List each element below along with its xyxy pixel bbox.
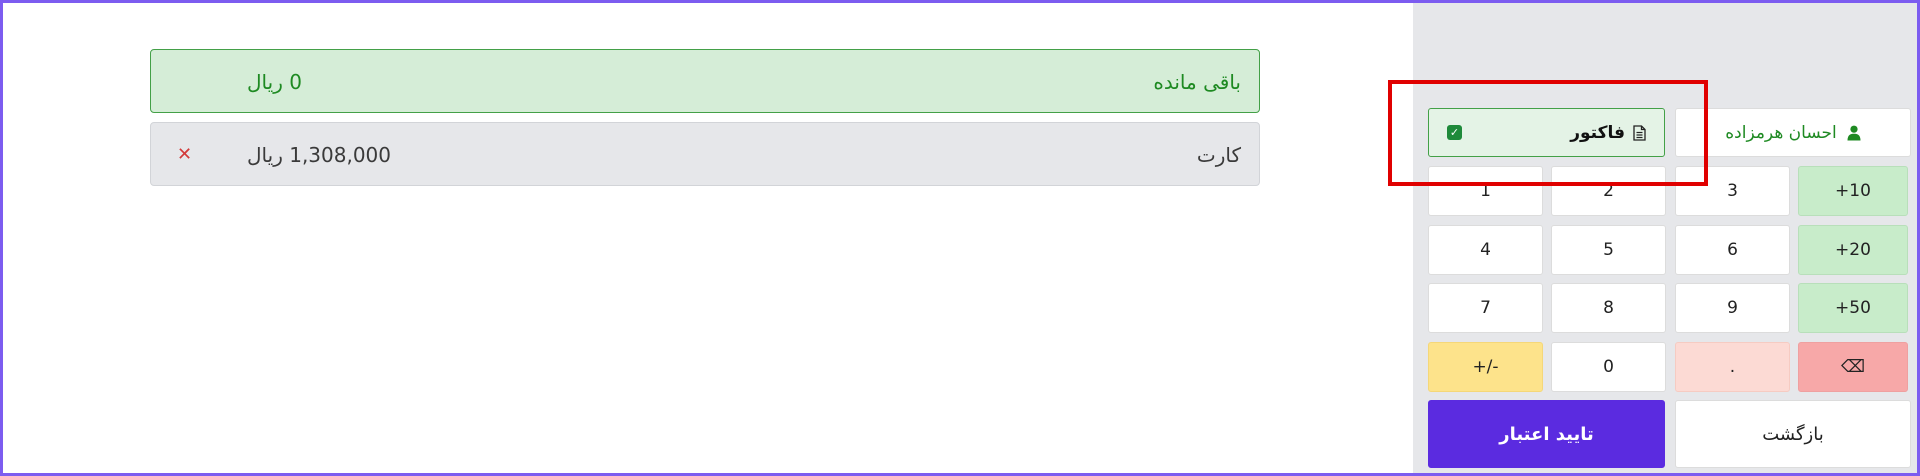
- keypad-plus-10[interactable]: +10: [1798, 166, 1908, 216]
- remaining-label: باقی مانده: [1153, 70, 1241, 94]
- card-payment-row: کارت 1,308,000 ریال ✕: [150, 122, 1260, 186]
- remaining-balance-row: باقی مانده 0 ریال: [150, 49, 1260, 113]
- back-button[interactable]: بازگشت: [1675, 400, 1911, 468]
- keypad-4[interactable]: 4: [1428, 225, 1543, 275]
- keypad-3[interactable]: 3: [1675, 166, 1790, 216]
- keypad-8[interactable]: 8: [1551, 283, 1666, 333]
- keypad-plus-50[interactable]: +50: [1798, 283, 1908, 333]
- keypad-5[interactable]: 5: [1551, 225, 1666, 275]
- keypad-1[interactable]: 1: [1428, 166, 1543, 216]
- keypad-7[interactable]: 7: [1428, 283, 1543, 333]
- card-payment-amount: 1,308,000 ریال: [247, 143, 392, 167]
- invoice-label-group: فاکتور: [1570, 123, 1646, 143]
- keypad-plus-20[interactable]: +20: [1798, 225, 1908, 275]
- keypad-9[interactable]: 9: [1675, 283, 1790, 333]
- remove-payment-icon[interactable]: ✕: [177, 123, 192, 187]
- remaining-amount: 0 ریال: [247, 70, 302, 94]
- invoice-label: فاکتور: [1570, 122, 1625, 143]
- customer-tab[interactable]: احسان هرمزاده: [1675, 108, 1911, 157]
- confirm-credit-button[interactable]: تایید اعتبار: [1428, 400, 1665, 468]
- backspace-button[interactable]: ⌫: [1798, 342, 1908, 392]
- customer-name: احسان هرمزاده: [1725, 122, 1837, 143]
- invoice-checkbox-icon[interactable]: ✓: [1447, 125, 1462, 140]
- document-icon: [1633, 124, 1646, 141]
- user-icon: [1847, 125, 1861, 140]
- keypad-0[interactable]: 0: [1551, 342, 1666, 392]
- invoice-tab[interactable]: فاکتور ✓: [1428, 108, 1665, 157]
- decimal-button[interactable]: .: [1675, 342, 1790, 392]
- keypad-2[interactable]: 2: [1551, 166, 1666, 216]
- keypad-6[interactable]: 6: [1675, 225, 1790, 275]
- card-payment-label: کارت: [1196, 143, 1241, 167]
- sign-toggle-button[interactable]: +/-: [1428, 342, 1543, 392]
